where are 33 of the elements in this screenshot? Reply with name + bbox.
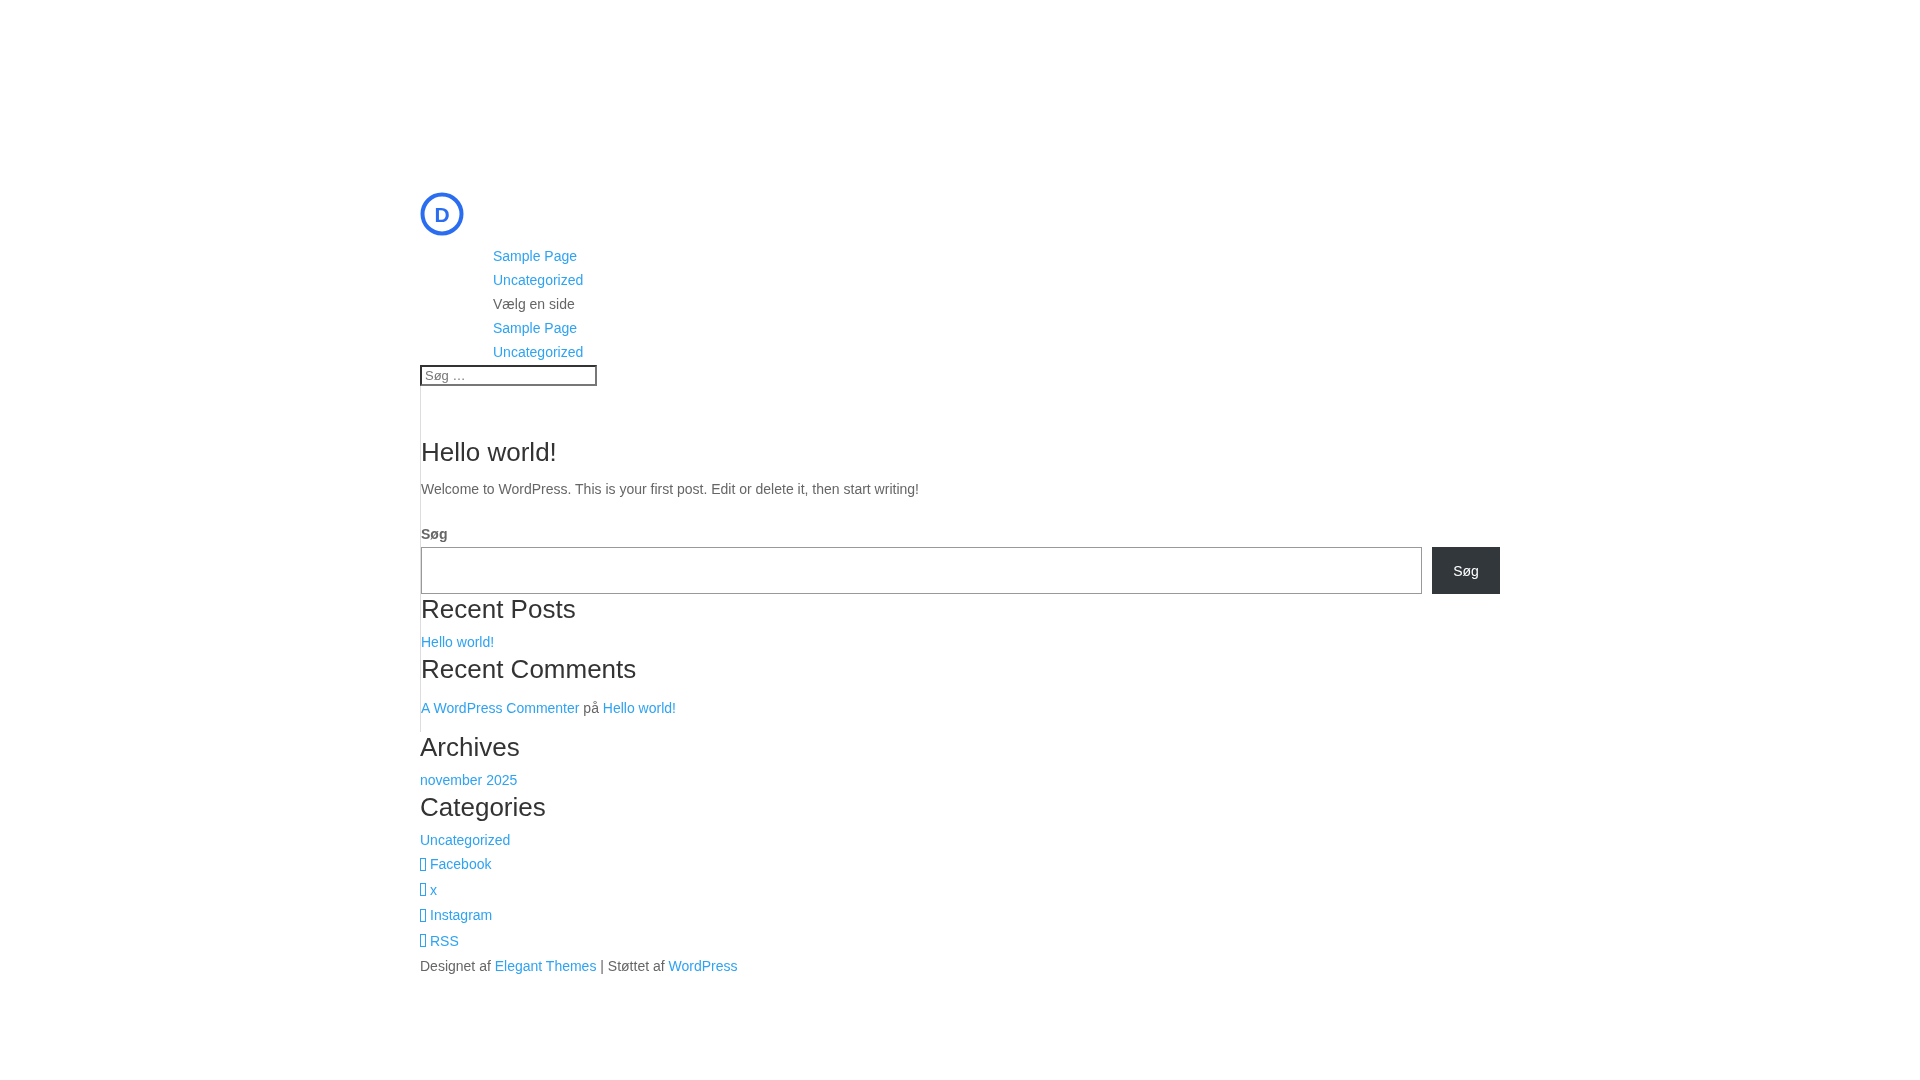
post-link[interactable]: Hello world! [602, 700, 676, 716]
missing-glyph-icon [420, 883, 426, 896]
menu-link[interactable]: Uncategorized [493, 340, 584, 364]
archive-link[interactable]: november 2025 [420, 772, 518, 788]
social-link[interactable]: Facebook [420, 852, 492, 876]
social-link[interactable]: x [420, 877, 437, 902]
category-link[interactable]: Uncategorized [420, 832, 511, 848]
widget-title: Archives [420, 732, 521, 762]
social-link[interactable]: RSS [420, 928, 459, 953]
social-link[interactable]: Instagram [420, 903, 493, 927]
missing-glyph-icon [420, 908, 426, 922]
footer-link[interactable]: Elegant Themes [494, 958, 597, 974]
logo-icon[interactable]: D [420, 192, 464, 236]
post-title: Hello world! [421, 436, 558, 468]
footer-link[interactable]: WordPress [668, 958, 738, 974]
missing-glyph-icon [420, 934, 426, 947]
post-link[interactable]: Hello world! [421, 634, 495, 650]
search-label: Søg [421, 525, 449, 544]
widget-title: Recent Comments [421, 654, 638, 684]
search-field[interactable] [421, 547, 1422, 594]
widget-title: Categories [420, 792, 547, 822]
post-excerpt: Welcome to WordPress. This is your first post. Edit or delete it, then start writing! [421, 480, 920, 499]
search-button[interactable]: Søg [1432, 547, 1500, 594]
widget-title: Recent Posts [421, 594, 577, 624]
missing-glyph-icon [420, 857, 426, 871]
menu-select[interactable]: Vælg en side [493, 292, 575, 316]
menu-link[interactable]: Sample Page [493, 316, 578, 340]
footer-credits: Designet af Elegant Themes | Støttet af WordPress [420, 958, 738, 974]
author-link[interactable]: A WordPress Commenter [421, 700, 580, 716]
search-field[interactable]: Søg … [420, 365, 597, 386]
menu-link[interactable]: Uncategorized [493, 268, 584, 292]
comment-entry: A WordPress Commenter på Hello world! [421, 700, 676, 716]
menu-link[interactable]: Sample Page [493, 244, 578, 268]
